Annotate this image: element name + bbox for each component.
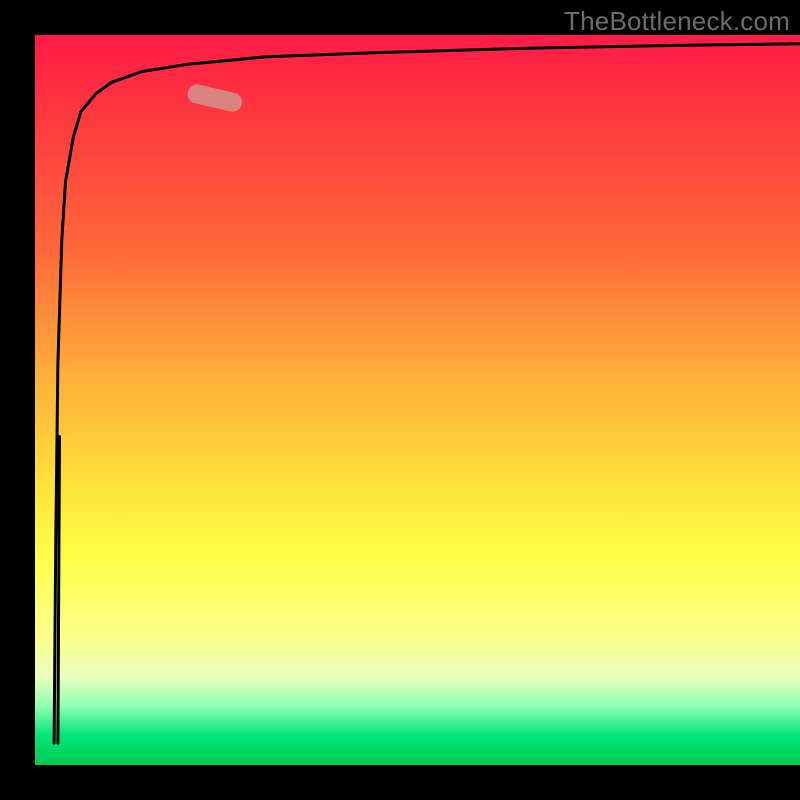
highlight-pill [186,83,244,114]
curve-layer [35,35,800,765]
drop-line [58,437,60,744]
attribution-text: TheBottleneck.com [564,6,790,37]
chart-stage: TheBottleneck.com [0,0,800,800]
bottleneck-curve [54,44,800,743]
